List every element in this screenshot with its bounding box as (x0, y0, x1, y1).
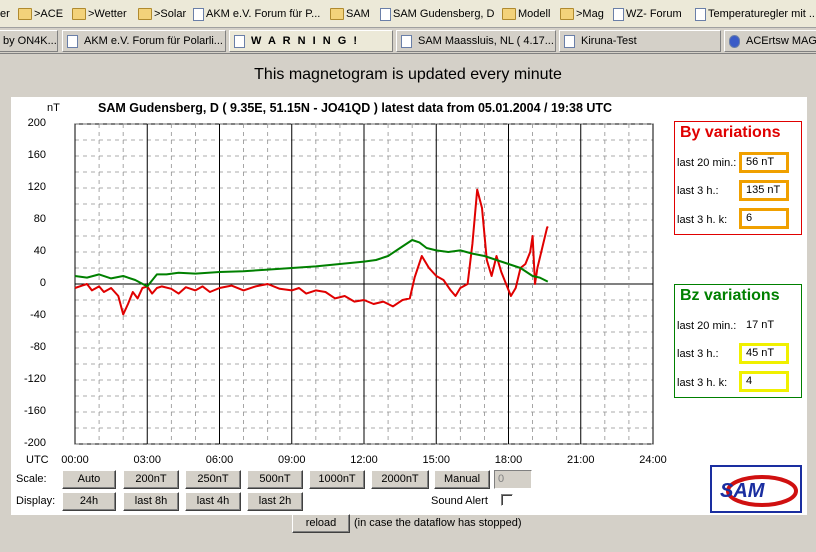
y-tick-label: 0 (39, 277, 46, 289)
by-label-20min: last 20 min.: (677, 157, 737, 169)
display-last-8h-button[interactable]: last 8h (123, 492, 179, 511)
x-axis-label: UTC (26, 454, 49, 466)
by-value-20min: 56 nT (739, 152, 789, 173)
manual-scale-input[interactable]: 0 (494, 470, 532, 489)
bz-value-3h: 45 nT (739, 343, 789, 364)
bz-label-3h: last 3 h.: (677, 348, 719, 360)
sound-alert-checkbox[interactable] (501, 494, 513, 506)
bz-value-20min: 17 nT (739, 315, 789, 336)
display-last-4h-button[interactable]: last 4h (185, 492, 241, 511)
logo-text: SAM (720, 480, 766, 502)
x-tick-label: 00:00 (61, 454, 89, 466)
scale-1000nt-button[interactable]: 1000nT (309, 470, 365, 489)
reload-button[interactable]: reload (292, 514, 350, 533)
scale-manual-button[interactable]: Manual (434, 470, 490, 489)
bz-variations-title: Bz variations (680, 287, 780, 304)
y-tick-label: -160 (23, 405, 46, 417)
sam-logo: SAM (710, 465, 802, 513)
y-tick-label: -80 (30, 341, 46, 353)
by-variations-title: By variations (680, 124, 781, 141)
y-tick-label: -40 (30, 309, 46, 321)
x-tick-label: 06:00 (205, 454, 234, 466)
scale-500nt-button[interactable]: 500nT (247, 470, 303, 489)
by-variations-box: By variations last 20 min.: 56 nT last 3… (674, 121, 802, 235)
bz-variations-box: Bz variations last 20 min.: 17 nT last 3… (674, 284, 802, 398)
by-label-3h-k: last 3 h. k: (677, 214, 728, 226)
x-tick-label: 24:00 (639, 454, 667, 466)
scale-200nt-button[interactable]: 200nT (123, 470, 179, 489)
display-label: Display: (16, 495, 56, 507)
scale-auto-button[interactable]: Auto (62, 470, 116, 489)
display-24h-button[interactable]: 24h (62, 492, 116, 511)
y-tick-label: 160 (27, 149, 46, 161)
x-tick-label: 18:00 (494, 454, 523, 466)
y-tick-label: 40 (33, 245, 46, 257)
y-tick-label: 120 (27, 181, 46, 193)
y-tick-label: 80 (33, 213, 46, 225)
bz-label-3h-k: last 3 h. k: (677, 377, 728, 389)
sound-alert-label: Sound Alert (431, 495, 488, 507)
display-last-2h-button[interactable]: last 2h (247, 492, 303, 511)
by-label-3h: last 3 h.: (677, 185, 719, 197)
by-value-3h-k: 6 (739, 208, 789, 229)
y-tick-label: 200 (27, 117, 46, 129)
x-tick-label: 12:00 (350, 454, 378, 466)
bz-label-20min: last 20 min.: (677, 320, 737, 332)
sam-logo-graphic: SAM (720, 475, 798, 507)
x-tick-label: 09:00 (277, 454, 306, 466)
scale-label: Scale: (16, 473, 47, 485)
scale-2000nt-button[interactable]: 2000nT (371, 470, 429, 489)
reload-note: (in case the dataflow has stopped) (354, 517, 522, 529)
x-tick-label: 21:00 (566, 454, 595, 466)
x-tick-label: 15:00 (422, 454, 451, 466)
y-tick-label: -120 (23, 373, 46, 385)
y-tick-label: -200 (23, 437, 46, 449)
by-value-3h: 135 nT (739, 180, 789, 201)
bz-value-3h-k: 4 (739, 371, 789, 392)
scale-250nt-button[interactable]: 250nT (185, 470, 241, 489)
x-tick-label: 03:00 (133, 454, 162, 466)
